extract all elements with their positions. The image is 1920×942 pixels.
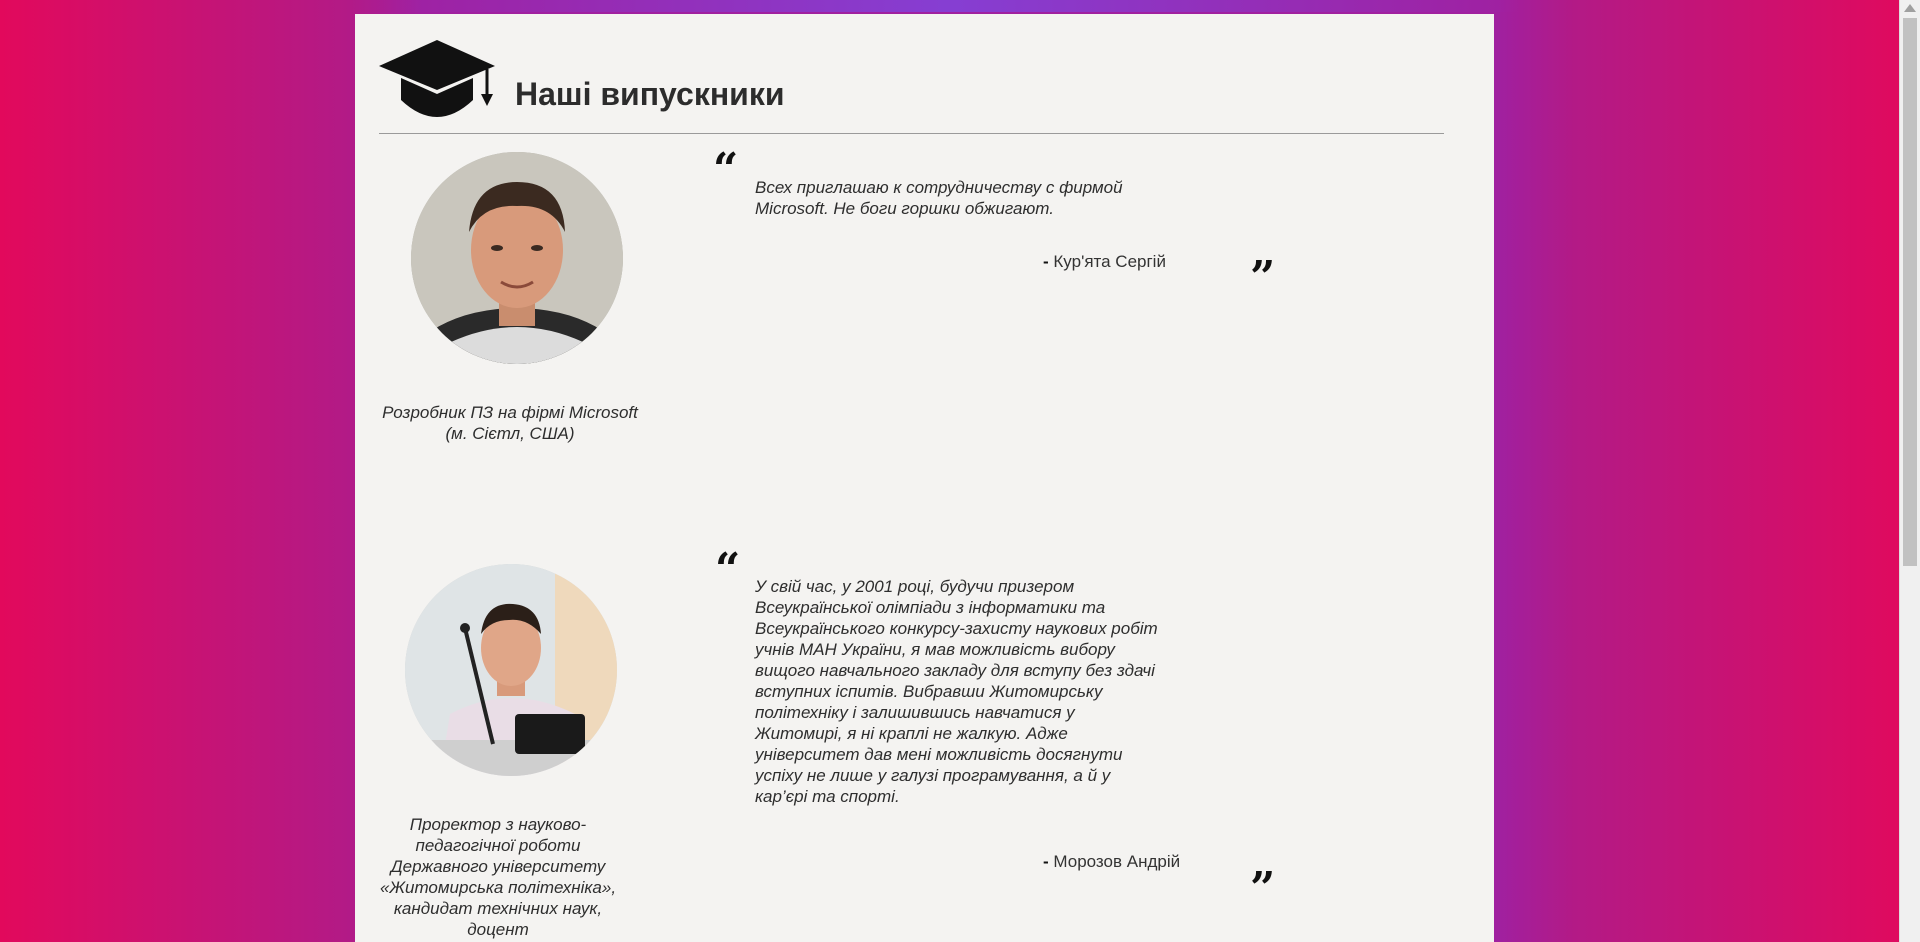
graduate-role: Проректор з науково-педагогічної роботи … [379, 815, 617, 939]
content-panel: Наші випускники Розробник ПЗ на фірмі Mi… [355, 14, 1494, 942]
section-header: Наші випускники [379, 26, 1444, 134]
scroll-thumb[interactable] [1903, 18, 1917, 566]
graduate-photo [405, 564, 617, 776]
author-name: Морозов Андрій [1053, 852, 1181, 871]
open-quote-mark: “ [713, 144, 739, 195]
author-name: Кур'ята Сергій [1053, 252, 1166, 271]
graduate-author: - Морозов Андрій [1043, 852, 1180, 872]
author-dash: - [1043, 252, 1049, 271]
vertical-scrollbar[interactable] [1899, 0, 1920, 942]
close-quote-mark: ” [1250, 863, 1276, 914]
graduate-quote: У свій час, у 2001 році, будучи призером… [755, 577, 1158, 806]
page-title: Наші випускники [515, 76, 785, 112]
graduate-quote: Всех приглашаю к сотрудничеству с фирмой… [755, 178, 1123, 218]
top-gradient-glow [0, 0, 1900, 12]
graduate-role: Розробник ПЗ на фірмі Microsoft (м. Сієт… [382, 403, 638, 443]
open-quote-mark: “ [715, 544, 741, 595]
graduation-cap-icon [379, 40, 495, 117]
graduate-photo [411, 152, 623, 364]
author-dash: - [1043, 852, 1049, 871]
scroll-up-arrow-icon[interactable] [1904, 4, 1916, 12]
close-quote-mark: ” [1250, 252, 1276, 303]
graduate-author: - Кур'ята Сергій [1043, 252, 1166, 272]
